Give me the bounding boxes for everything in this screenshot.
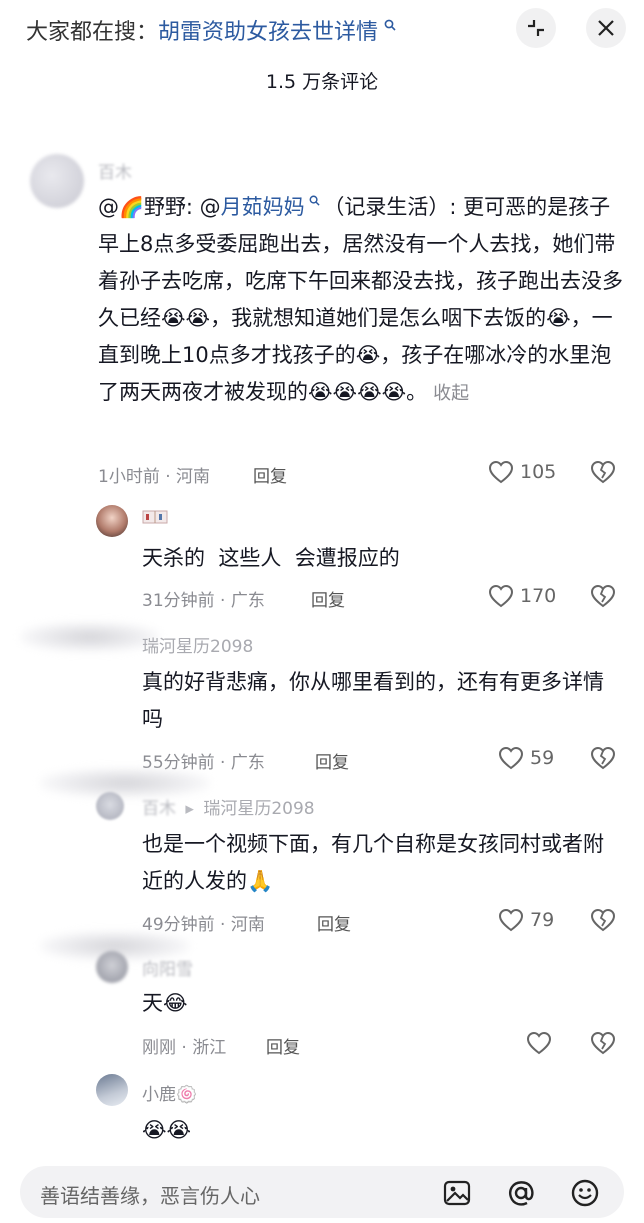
comment-item: 天杀的 这些人 会遭报应的 31分钟前 · 广东 回复 170 (0, 500, 644, 615)
comment-text: @🌈野野: @月茹妈妈 （记录生活）: 更可恶的是孩子早上8点多受委屈跑出去，居… (98, 184, 623, 412)
comment-meta: 1小时前 · 河南 (98, 467, 211, 487)
comment-text: 天😂 (142, 991, 188, 1015)
search-hint-term[interactable]: 胡雷资助女孩去世详情 (158, 20, 378, 45)
rainbow-emoji: 🌈 (119, 195, 144, 219)
avatar[interactable] (96, 951, 128, 983)
comment-prefix: @ (98, 195, 119, 219)
collapse-link[interactable]: 收起 (433, 383, 469, 404)
comment-meta: 刚刚 · 浙江 (142, 1038, 227, 1058)
comment-author[interactable]: 百木 ▸ 瑞河星历2098 (142, 794, 315, 819)
avatar[interactable] (96, 792, 124, 820)
image-button[interactable] (442, 1178, 472, 1208)
like-count: 59 (530, 747, 555, 769)
close-button[interactable] (586, 8, 626, 48)
comment-author[interactable]: 向阳雪 (142, 955, 193, 980)
broken-heart-icon (590, 584, 616, 608)
broken-heart-icon (590, 460, 616, 484)
heart-icon (498, 746, 524, 770)
heart-icon (488, 584, 514, 608)
comment-body: （记录生活）: 更可恶的是孩子早上8点多受委屈跑出去，居然没有一个人去找，她们带… (98, 195, 623, 404)
reply-button[interactable]: 回复 (253, 462, 287, 487)
comment-item: 向阳雪 天😂 刚刚 · 浙江 回复 (0, 925, 644, 1065)
like-button[interactable]: 59 (498, 746, 554, 770)
comment-author[interactable] (142, 509, 168, 530)
comment-author[interactable]: 瑞河星历2098 (142, 632, 253, 657)
dislike-button[interactable] (590, 460, 616, 488)
reply-target[interactable]: 瑞河星历2098 (203, 799, 314, 819)
like-count: 105 (520, 461, 557, 483)
magnifier-icon (380, 19, 396, 35)
comment-text: 😭😭 (142, 1118, 192, 1142)
like-button[interactable]: 105 (488, 460, 556, 484)
comment-author[interactable]: 百木 (98, 158, 132, 183)
search-hint-prefix: 大家都在搜： (26, 20, 159, 45)
collapse-icon (528, 20, 544, 36)
blurred-author: 百木 (142, 799, 176, 819)
mention-button[interactable] (506, 1178, 536, 1208)
magnifier-icon (305, 195, 324, 209)
reply-button[interactable]: 回复 (311, 586, 345, 611)
book-icon (142, 510, 168, 524)
comment-input[interactable]: 善语结善缘，恶言伤人心 (40, 1180, 260, 1209)
comment-item: 百木 ▸ 瑞河星历2098 也是一个视频下面，有几个自称是女孩同村或者附近的人发… (0, 768, 644, 940)
avatar[interactable] (96, 505, 128, 537)
blurred-avatar (20, 622, 160, 652)
comment-count: 1.5 万条评论 (265, 71, 379, 93)
broken-heart-icon (590, 746, 616, 770)
reply-arrow-icon: ▸ (185, 799, 194, 819)
reply-button[interactable]: 回复 (266, 1033, 300, 1058)
search-suggestion[interactable]: 大家都在搜：胡雷资助女孩去世详情 (26, 14, 396, 46)
dislike-button[interactable] (590, 584, 616, 612)
dislike-button[interactable] (590, 1031, 616, 1059)
comment-input-bar[interactable]: 善语结善缘，恶言伤人心 (20, 1166, 624, 1218)
like-count: 170 (520, 585, 557, 607)
comment-meta: 31分钟前 · 广东 (142, 591, 265, 611)
image-icon (443, 1180, 471, 1206)
at-icon (509, 1181, 534, 1206)
heart-icon (526, 1031, 552, 1055)
comment-mention-lead: 野野: @ (143, 195, 221, 219)
comment-item: 瑞河星历2098 真的好背悲痛，你从哪里看到的，还有有更多详情吗 55分钟前 ·… (0, 620, 644, 780)
emoji-icon (571, 1179, 599, 1207)
collapse-button[interactable] (516, 8, 556, 48)
broken-heart-icon (590, 1031, 616, 1055)
comment-text: 天杀的 这些人 会遭报应的 (142, 546, 400, 570)
comment-item: 小鹿🍥 😭😭 (0, 1072, 644, 1162)
comment-text: 真的好背悲痛，你从哪里看到的，还有有更多详情吗 (142, 670, 604, 731)
comment-item: 百木 @🌈野野: @月茹妈妈 （记录生活）: 更可恶的是孩子早上8点多受委屈跑出… (0, 148, 644, 498)
mention-link[interactable]: 月茹妈妈 (221, 195, 305, 219)
emoji-button[interactable] (570, 1178, 600, 1208)
like-button[interactable]: 170 (488, 584, 556, 608)
avatar[interactable] (96, 1074, 128, 1106)
top-bar: 大家都在搜：胡雷资助女孩去世详情 (0, 0, 644, 58)
comment-author[interactable]: 小鹿🍥 (142, 1080, 197, 1105)
like-button[interactable] (526, 1031, 558, 1055)
comment-text: 也是一个视频下面，有几个自称是女孩同村或者附近的人发的🙏 (142, 832, 604, 893)
heart-icon (488, 460, 514, 484)
close-icon (598, 20, 614, 36)
avatar[interactable] (30, 154, 84, 208)
